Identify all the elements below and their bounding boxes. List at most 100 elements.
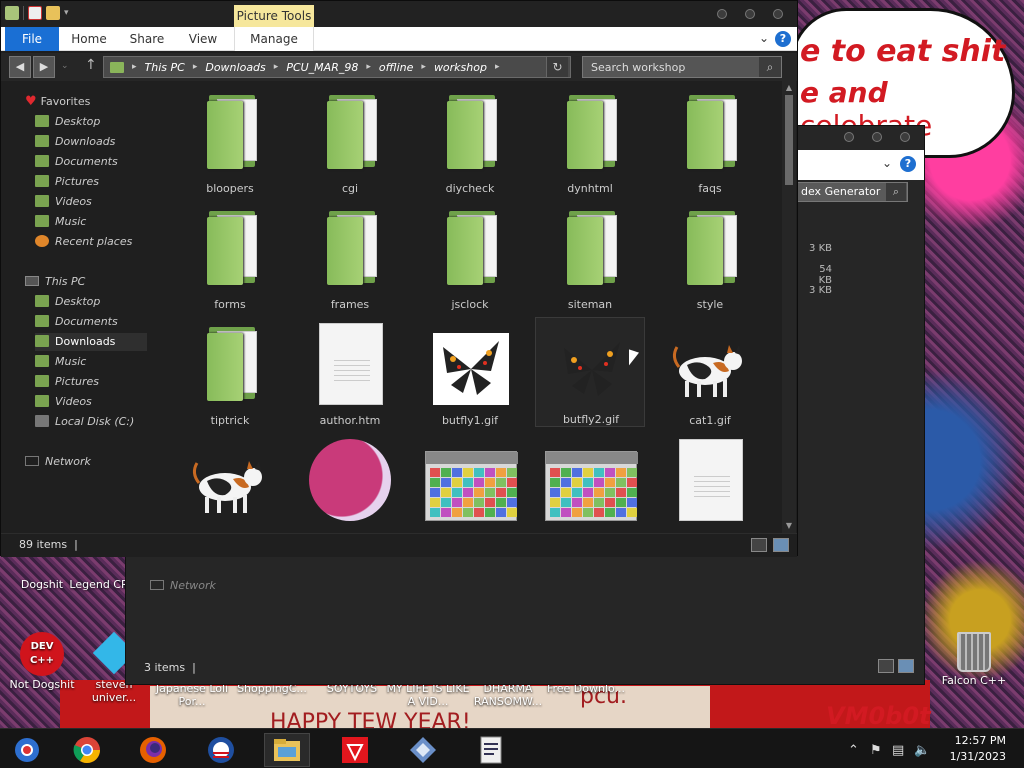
nav-favorites-downloads[interactable]: Downloads (35, 133, 115, 151)
desktop-icon-mylife[interactable]: MY LIFE IS LIKE A VID... (386, 682, 470, 708)
red-app-icon[interactable] (332, 733, 378, 767)
file-tile[interactable] (415, 433, 525, 533)
forward-button[interactable]: ▶ (33, 56, 55, 78)
nav-favorites-recent-places[interactable]: Recent places (35, 233, 132, 251)
nav-thispc-downloads[interactable]: Downloads (35, 333, 147, 351)
desktop-icon-dharma[interactable]: DHARMA RANSOMW... (466, 682, 550, 708)
help-icon[interactable]: ? (775, 31, 791, 47)
chrome-alt-icon[interactable] (4, 733, 50, 767)
nav-thispc-pictures[interactable]: Pictures (35, 373, 99, 391)
refresh-button[interactable]: ↻ (546, 57, 568, 77)
scrollbar-thumb[interactable] (785, 95, 793, 185)
chevron-down-icon[interactable]: ⌄ (759, 31, 769, 45)
show-hidden-icons-chevron-icon[interactable]: ⌃ (848, 743, 859, 758)
file-tile[interactable]: dynhtml (535, 85, 645, 195)
search-input[interactable]: Search workshop (582, 56, 782, 78)
firefox-icon[interactable] (130, 733, 176, 767)
scroll-down-arrow[interactable]: ▼ (782, 519, 796, 533)
file-tile[interactable] (175, 433, 285, 533)
desktop-icon-falcon[interactable]: Falcon C++ (932, 632, 1016, 687)
details-view-button[interactable] (878, 659, 894, 673)
close-button[interactable] (773, 9, 783, 19)
obama-icon[interactable] (198, 733, 244, 767)
breadcrumb-workshop[interactable]: workshop (434, 61, 487, 74)
file-tile[interactable]: frames (295, 201, 405, 311)
nav-network[interactable]: Network (150, 579, 216, 592)
explorer-window[interactable]: ▾ Picture Tools File Home Share View Man… (0, 0, 798, 557)
folder-icon (669, 89, 749, 175)
folder-icon[interactable] (5, 6, 19, 20)
large-icons-view-button[interactable] (773, 538, 789, 552)
nav-favorites-documents[interactable]: Documents (35, 153, 118, 171)
chevron-down-icon[interactable]: ▾ (64, 8, 69, 18)
file-tile[interactable] (295, 433, 405, 533)
tab-manage[interactable]: Manage (234, 27, 314, 51)
nav-favorites-music[interactable]: Music (35, 213, 86, 231)
help-icon[interactable]: ? (900, 156, 916, 172)
vertical-scrollbar[interactable]: ▲ ▼ (782, 81, 796, 533)
wallpaper-vm-text: VM0b0t (826, 702, 931, 728)
file-name: frames (330, 298, 370, 311)
chevron-down-icon[interactable]: ⌄ (882, 156, 892, 170)
scroll-up-arrow[interactable]: ▲ (782, 81, 796, 95)
nav-network[interactable]: Network (25, 453, 91, 471)
file-tile[interactable]: style (655, 201, 765, 311)
breadcrumb-downloads[interactable]: Downloads (205, 61, 265, 74)
maximize-button[interactable] (745, 9, 755, 19)
minimize-button[interactable] (844, 132, 854, 142)
back-button[interactable]: ◀ (9, 56, 31, 78)
file-tile[interactable]: cgi (295, 85, 405, 195)
breadcrumb-this-pc[interactable]: This PC (145, 61, 185, 74)
chrome-icon[interactable] (64, 733, 110, 767)
file-explorer-icon[interactable] (264, 733, 310, 767)
nav-favorites-desktop[interactable]: Desktop (35, 113, 100, 131)
file-tile[interactable]: cat1.gif (655, 317, 765, 427)
search-icon[interactable]: ⌕ (886, 183, 906, 201)
file-tile[interactable]: tiptrick (175, 317, 285, 427)
tab-file[interactable]: File (5, 27, 59, 51)
file-tile[interactable]: bloopers (175, 85, 285, 195)
volume-icon[interactable]: 🔈 (914, 743, 930, 758)
file-tile[interactable]: faqs (655, 85, 765, 195)
maximize-button[interactable] (872, 132, 882, 142)
desktop-icon-japanese[interactable]: Japanese Loli Por... (150, 682, 234, 708)
file-tile[interactable]: forms (175, 201, 285, 311)
nav-thispc-desktop[interactable]: Desktop (35, 293, 100, 311)
file-tile[interactable] (535, 433, 645, 533)
close-button[interactable] (900, 132, 910, 142)
large-icons-view-button[interactable] (898, 659, 914, 673)
recent-locations-chevron-icon[interactable]: ⌄ (61, 61, 69, 71)
document-icon[interactable] (468, 733, 514, 767)
tab-view[interactable]: View (181, 27, 225, 51)
file-tile[interactable]: jsclock (415, 201, 525, 311)
network-status-icon[interactable]: ▤ (892, 743, 904, 758)
tab-home[interactable]: Home (65, 27, 113, 51)
search-icon[interactable]: ⌕ (759, 57, 781, 77)
nav-thispc-videos[interactable]: Videos (35, 393, 92, 411)
address-bar[interactable]: ▸ This PC ▸ Downloads ▸ PCU_MAR_98 ▸ offlin… (103, 56, 571, 78)
nav-thispc-local-disk[interactable]: Local Disk (C:) (35, 413, 134, 431)
details-view-button[interactable] (751, 538, 767, 552)
nav-favorites[interactable]: ♥ Favorites (25, 93, 90, 111)
breadcrumb-offline[interactable]: offline (379, 61, 414, 74)
action-center-flag-icon[interactable]: ⚑ (870, 743, 882, 758)
minimize-button[interactable] (717, 9, 727, 19)
nav-thispc-documents[interactable]: Documents (35, 313, 118, 331)
file-tile[interactable] (655, 433, 765, 533)
file-tile[interactable]: butfly1.gif (415, 317, 525, 427)
nav-thispc-music[interactable]: Music (35, 353, 86, 371)
nav-favorites-videos[interactable]: Videos (35, 193, 92, 211)
file-tile[interactable]: diycheck (415, 85, 525, 195)
properties-icon[interactable] (28, 6, 42, 20)
file-tile[interactable]: butfly2.gif (535, 317, 645, 427)
breadcrumb-pcu-mar-98[interactable]: PCU_MAR_98 (286, 61, 358, 74)
file-tile[interactable]: siteman (535, 201, 645, 311)
tab-share[interactable]: Share (123, 27, 171, 51)
taskbar-clock[interactable]: 12:57 PM 1/31/2023 (950, 733, 1006, 765)
up-arrow-icon[interactable]: ↑ (85, 57, 97, 73)
nav-favorites-pictures[interactable]: Pictures (35, 173, 99, 191)
dev-tool-icon[interactable] (400, 733, 446, 767)
new-folder-icon[interactable] (46, 6, 60, 20)
nav-this-pc[interactable]: This PC (25, 273, 85, 291)
file-tile[interactable]: author.htm (295, 317, 405, 427)
